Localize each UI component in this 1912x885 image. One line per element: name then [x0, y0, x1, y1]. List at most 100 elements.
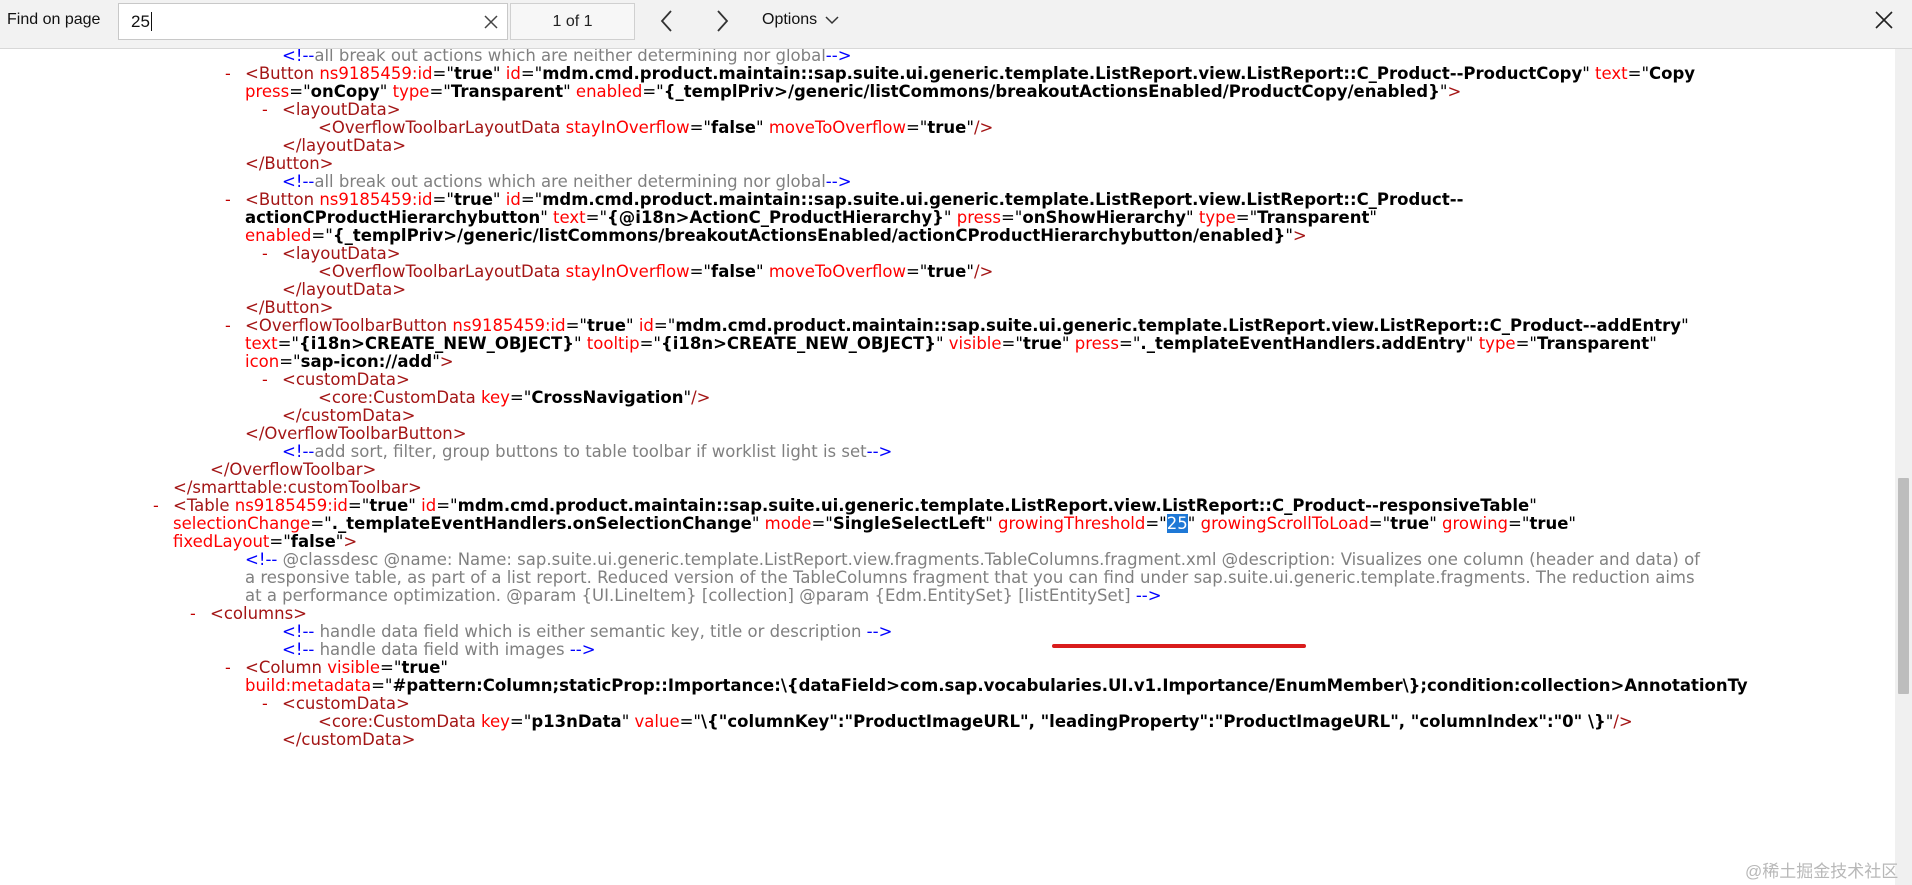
xml-token: ="	[811, 514, 833, 533]
xml-token: >	[392, 280, 407, 299]
xml-token: "	[1681, 316, 1689, 335]
collapse-toggle[interactable]: -	[262, 100, 268, 119]
xml-token: >	[1292, 226, 1307, 245]
xml-token: -->	[1135, 586, 1162, 605]
xml-token: />	[691, 388, 711, 407]
xml-token: "	[1429, 514, 1437, 533]
xml-token: mode	[759, 514, 812, 533]
xml-token: p13nData	[531, 712, 622, 731]
xml-token: "	[573, 334, 582, 353]
chevron-right-icon[interactable]	[709, 8, 735, 34]
xml-line: selectionChange="._templateEventHandlers…	[173, 513, 1576, 534]
xml-token: \{"columnKey":"ProductImageURL", "leadin…	[701, 712, 1606, 731]
find-bar: Find on page 25 1 of 1 Options	[0, 0, 1912, 49]
xml-token: </	[245, 154, 265, 173]
scrollbar-track[interactable]	[1895, 49, 1912, 885]
xml-line: enabled="{_templPriv>/generic/listCommon…	[245, 225, 1307, 246]
xml-token: SingleSelectLeft	[832, 514, 986, 533]
xml-token: Copy	[1649, 64, 1696, 83]
xml-token: Transparent	[450, 82, 564, 101]
xml-token: type	[1473, 334, 1516, 353]
xml-token: "	[1582, 64, 1590, 83]
xml-token: "	[1649, 334, 1657, 353]
xml-line: <core:CustomData key="p13nData" value="\…	[318, 711, 1633, 732]
xml-token: "	[985, 514, 993, 533]
collapse-toggle[interactable]: -	[153, 496, 159, 515]
scrollbar-thumb[interactable]	[1898, 478, 1909, 694]
xml-token: ="	[1515, 334, 1537, 353]
xml-token: true	[927, 118, 967, 137]
collapse-toggle[interactable]: -	[262, 244, 268, 263]
xml-token: ._templateEventHandlers.addEntry	[1140, 334, 1466, 353]
collapse-toggle[interactable]: -	[262, 694, 268, 713]
xml-line: at a performance optimization. @param {U…	[245, 585, 1162, 606]
xml-token: press	[1069, 334, 1119, 353]
xml-token: ="	[1368, 514, 1391, 533]
collapse-toggle[interactable]: -	[225, 190, 231, 209]
xml-line: <OverflowToolbarLayoutData stayInOverflo…	[318, 261, 993, 282]
xml-token: "	[1061, 334, 1070, 353]
xml-token: ="	[1145, 514, 1167, 533]
xml-token: "	[1369, 208, 1377, 227]
xml-token: ="	[509, 388, 532, 407]
clear-icon[interactable]	[482, 13, 500, 31]
xml-token: >	[1447, 82, 1462, 101]
xml-token: "	[756, 118, 764, 137]
xml-line: text="{i18n>CREATE_NEW_OBJECT}" tooltip=…	[245, 333, 1657, 354]
xml-token: true	[927, 262, 967, 281]
xml-token: text	[1589, 64, 1628, 83]
xml-token: ="	[689, 118, 712, 137]
xml-token: ="	[639, 334, 661, 353]
options-button[interactable]: Options	[762, 11, 839, 29]
collapse-toggle[interactable]: -	[190, 604, 196, 623]
xml-token: {i18n>CREATE_NEW_OBJECT}	[661, 334, 936, 353]
xml-token: {_templPriv>/generic/listCommons/breakou…	[332, 226, 1286, 245]
xml-token: visible	[943, 334, 1002, 353]
xml-line: press="onCopy" type="Transparent" enable…	[245, 81, 1461, 102]
watermark: @稀土掘金技术社区	[1745, 862, 1899, 881]
xml-token: "	[966, 262, 974, 281]
xml-token: "	[432, 352, 440, 371]
search-match-highlight: 25	[1166, 514, 1188, 533]
xml-token: enabled	[570, 82, 643, 101]
xml-token: true	[1390, 514, 1430, 533]
xml-token: key	[475, 388, 510, 407]
xml-token: "	[563, 82, 571, 101]
close-icon[interactable]	[1873, 9, 1895, 31]
xml-token: "	[935, 334, 944, 353]
xml-token: add sort, filter, group buttons to table…	[314, 442, 867, 461]
find-input[interactable]: 25	[118, 3, 508, 40]
xml-token: "	[1568, 514, 1577, 533]
xml-token: />	[973, 262, 994, 281]
xml-token: "	[756, 262, 764, 281]
annotation-underline	[1052, 644, 1306, 648]
xml-token: customData	[301, 730, 402, 749]
xml-token: -->	[569, 640, 596, 659]
xml-token: <	[282, 694, 296, 713]
collapse-toggle[interactable]: -	[225, 316, 231, 335]
xml-token: -->	[866, 442, 893, 461]
xml-token: "	[683, 388, 692, 407]
collapse-toggle[interactable]: -	[225, 64, 231, 83]
xml-token: growingThreshold	[992, 514, 1146, 533]
xml-token: ="	[1508, 514, 1530, 533]
xml-token: true	[1529, 514, 1569, 533]
xml-token: at a performance optimization. @param {U…	[245, 586, 1136, 605]
xml-token: ="	[679, 712, 702, 731]
xml-token: ="	[689, 262, 712, 281]
find-query[interactable]: 25	[131, 12, 152, 31]
xml-token: moveToOverflow	[763, 118, 906, 137]
collapse-toggle[interactable]: -	[225, 658, 231, 677]
chevron-left-icon[interactable]	[654, 8, 680, 34]
xml-line: build:metadata="#pattern:Column;staticPr…	[245, 675, 1748, 696]
options-label: Options	[762, 11, 818, 28]
collapse-toggle[interactable]: -	[262, 370, 268, 389]
xml-tree-view: <!--all break out actions which are neit…	[0, 49, 1895, 885]
xml-token: ="	[1001, 334, 1023, 353]
xml-token: ="	[905, 118, 928, 137]
xml-token: </	[245, 424, 265, 443]
xml-token: <	[210, 604, 224, 623]
xml-token: </	[282, 730, 302, 749]
xml-token: >	[401, 730, 416, 749]
xml-token: ="	[905, 262, 928, 281]
